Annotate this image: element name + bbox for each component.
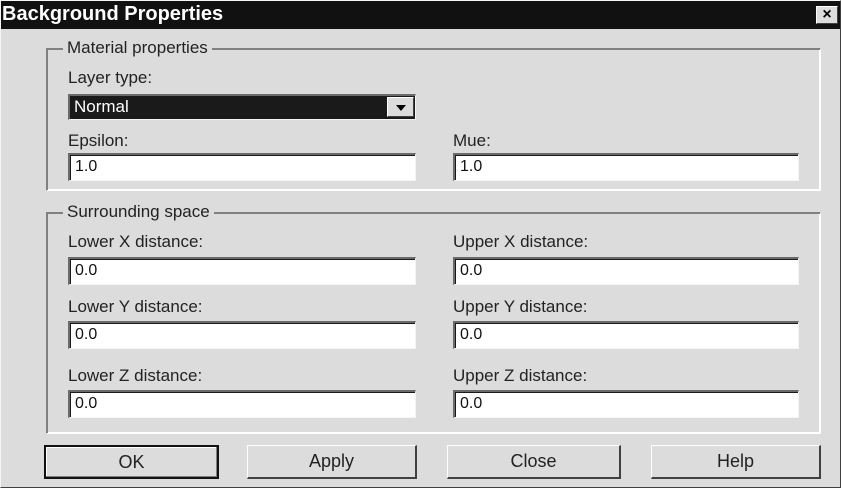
close-icon[interactable]: ×: [816, 6, 838, 24]
material-properties-legend: Material properties: [63, 38, 212, 58]
upper-z-label: Upper Z distance:: [453, 366, 588, 385]
epsilon-label: Epsilon:: [68, 131, 129, 150]
layer-type-select[interactable]: Normal: [68, 94, 416, 120]
chevron-down-icon[interactable]: [387, 97, 414, 117]
upper-y-field[interactable]: 0.0: [453, 321, 799, 349]
apply-button[interactable]: Apply: [247, 445, 417, 479]
help-button[interactable]: Help: [651, 445, 821, 479]
layer-type-label: Layer type:: [68, 68, 153, 87]
lower-y-field[interactable]: 0.0: [68, 321, 416, 349]
ok-button[interactable]: OK: [44, 445, 219, 479]
window-title: Background Properties: [2, 3, 224, 25]
epsilon-field[interactable]: 1.0: [68, 153, 416, 181]
mue-label: Mue:: [453, 131, 491, 150]
upper-x-field[interactable]: 0.0: [453, 257, 799, 285]
lower-z-label: Lower Z distance:: [68, 366, 203, 385]
lower-x-label: Lower X distance:: [68, 232, 204, 251]
mue-field[interactable]: 1.0: [453, 153, 799, 181]
surrounding-space-legend: Surrounding space: [63, 202, 214, 222]
upper-x-label: Upper X distance:: [453, 232, 589, 251]
lower-z-field[interactable]: 0.0: [68, 390, 416, 418]
upper-z-field[interactable]: 0.0: [453, 390, 799, 418]
close-button[interactable]: Close: [447, 445, 621, 479]
title-bar[interactable]: Background Properties ×: [1, 1, 840, 29]
upper-y-label: Upper Y distance:: [453, 297, 588, 316]
lower-y-label: Lower Y distance:: [68, 297, 203, 316]
background-properties-dialog: Background Properties × Material propert…: [0, 0, 841, 488]
layer-type-value: Normal: [74, 97, 129, 116]
lower-x-field[interactable]: 0.0: [68, 257, 416, 285]
